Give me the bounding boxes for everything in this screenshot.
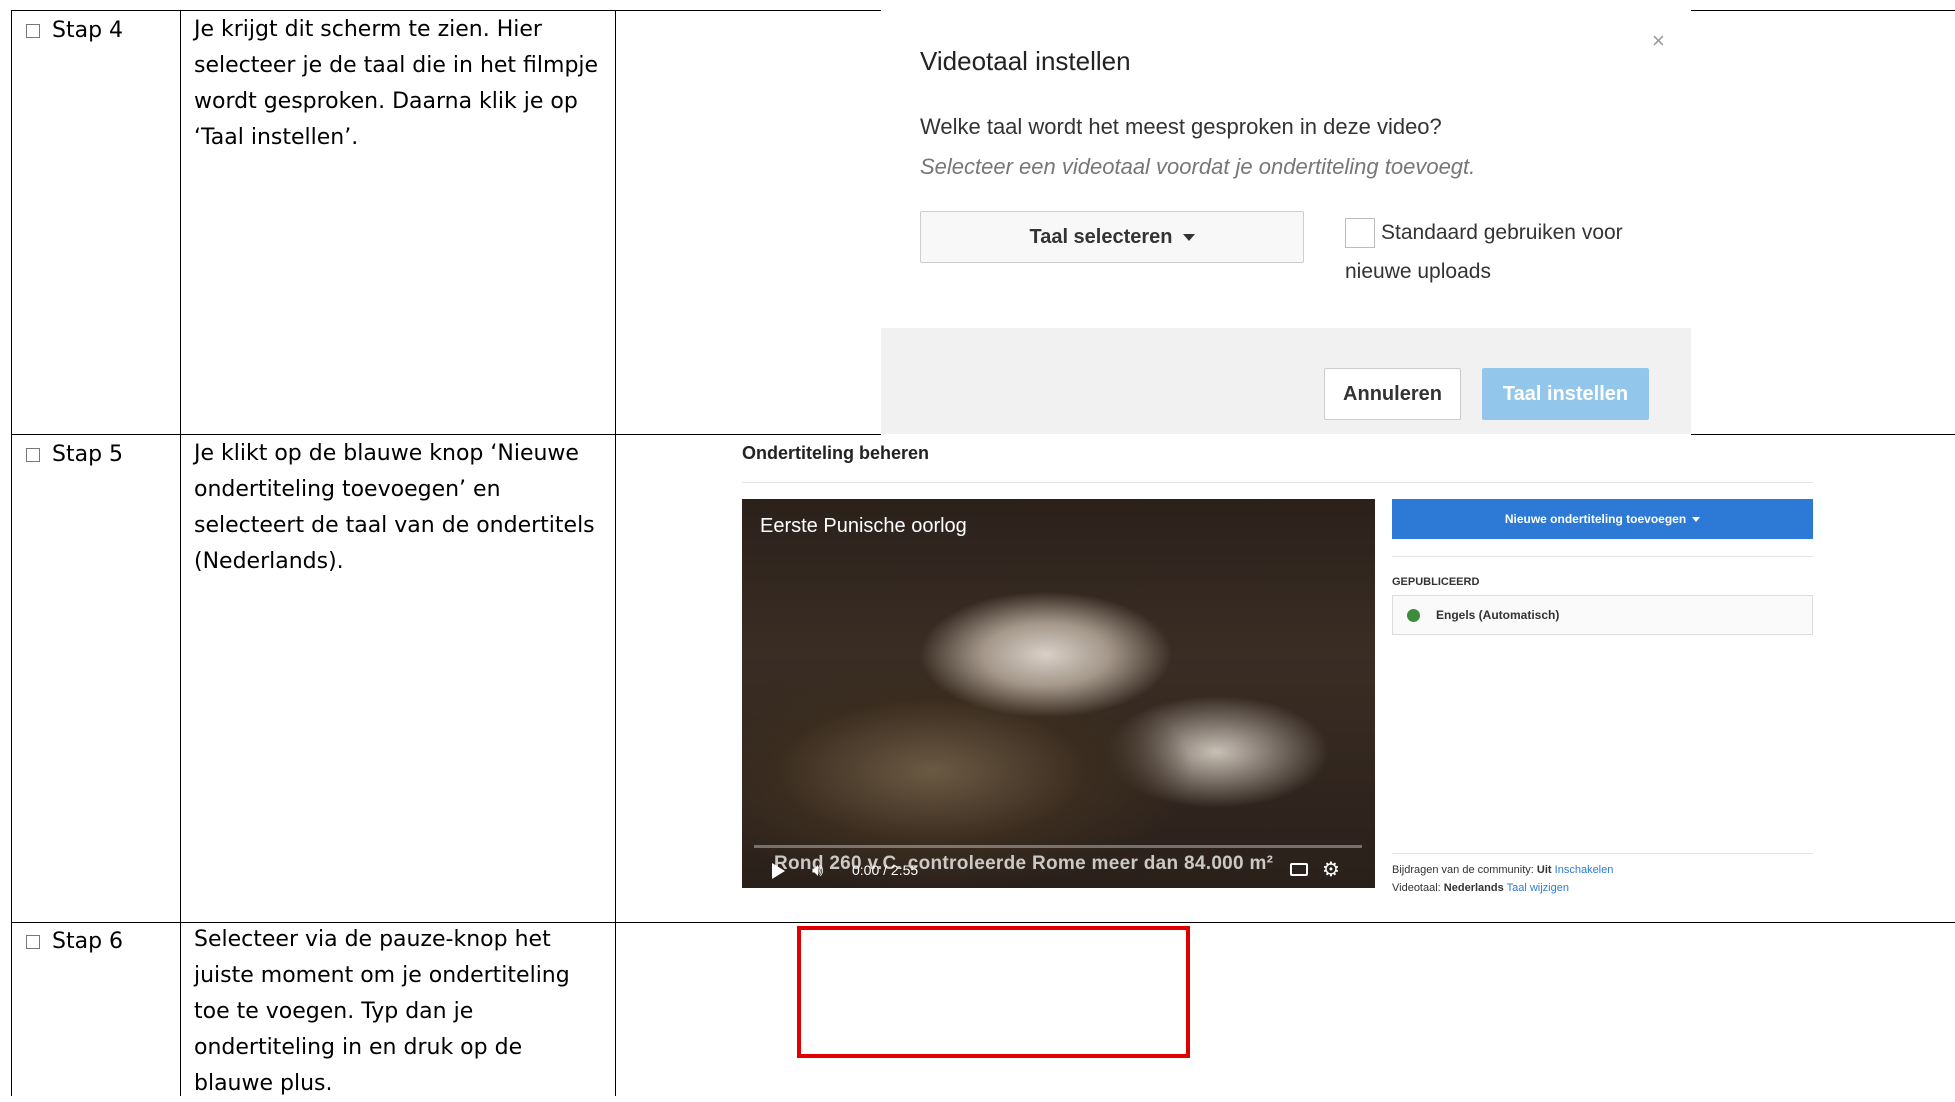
community-label: Bijdragen van de community: bbox=[1392, 864, 1534, 876]
change-language-link[interactable]: Taal wijzigen bbox=[1507, 882, 1569, 894]
subtitle-track-item[interactable]: Engels (Automatisch) bbox=[1392, 595, 1813, 635]
dialog-body: Videotaal instellen × Welke taal wordt h… bbox=[881, 10, 1691, 328]
default-checkbox-label-2: nieuwe uploads bbox=[1345, 260, 1491, 283]
row-divider-1-right bbox=[1691, 434, 1955, 435]
step-label: Stap 4 bbox=[52, 18, 124, 43]
dialog-title: Videotaal instellen bbox=[920, 46, 1131, 76]
dialog-hint: Selecteer een videotaal voordat je onder… bbox=[920, 154, 1476, 179]
videolang-setting: Videotaal: Nederlands Taal wijzigen bbox=[1392, 882, 1569, 894]
divider bbox=[742, 482, 1813, 483]
dialog-footer: Annuleren Taal instellen bbox=[881, 328, 1691, 434]
step-5-instruction: Je klikt op de blauwe knop ‘Nieuwe onder… bbox=[194, 441, 595, 574]
video-progress-bar[interactable] bbox=[754, 845, 1362, 848]
step-label: Stap 5 bbox=[52, 442, 124, 467]
community-setting: Bijdragen van de community: Uit Inschake… bbox=[1392, 864, 1613, 876]
play-icon[interactable] bbox=[772, 863, 785, 879]
status-dot-icon bbox=[1407, 609, 1420, 622]
step-5-label-cell: Stap 5 bbox=[26, 442, 123, 467]
videolang-dialog: Videotaal instellen × Welke taal wordt h… bbox=[881, 10, 1691, 434]
captions-icon[interactable] bbox=[1290, 863, 1308, 876]
language-select-label: Taal selecteren bbox=[1029, 225, 1173, 248]
close-icon[interactable]: × bbox=[1652, 28, 1665, 54]
caret-down-icon bbox=[1182, 233, 1195, 241]
step-checkbox[interactable] bbox=[26, 934, 40, 949]
caret-down-icon bbox=[1692, 516, 1701, 522]
video-controls: Rond 260 v.C. controleerde Rome meer dan… bbox=[742, 851, 1375, 888]
col-border-left bbox=[11, 10, 12, 1096]
divider bbox=[1392, 556, 1813, 557]
set-language-button[interactable]: Taal instellen bbox=[1482, 368, 1649, 420]
add-subtitles-label: Nieuwe ondertiteling toevoegen bbox=[1504, 512, 1687, 526]
default-checkbox-label-1: Standaard gebruiken voor bbox=[1381, 221, 1623, 244]
volume-icon[interactable]: 🔊︎ bbox=[812, 860, 823, 881]
video-caption: Rond 260 v.C. controleerde Rome meer dan… bbox=[774, 853, 1274, 874]
col-divider-1 bbox=[180, 10, 181, 1096]
step-checkbox[interactable] bbox=[26, 447, 40, 462]
dialog-question: Welke taal wordt het meest gesproken in … bbox=[920, 114, 1442, 139]
default-checkbox[interactable] bbox=[1345, 218, 1375, 248]
divider bbox=[1392, 853, 1813, 854]
row-divider-1 bbox=[11, 434, 881, 435]
videolang-value: Nederlands bbox=[1443, 882, 1504, 894]
col-divider-2 bbox=[615, 10, 616, 1096]
language-select[interactable]: Taal selecteren bbox=[920, 211, 1304, 263]
cancel-button[interactable]: Annuleren bbox=[1324, 368, 1461, 420]
add-subtitles-button[interactable]: Nieuwe ondertiteling toevoegen bbox=[1392, 499, 1813, 539]
table-border-top-right bbox=[1691, 10, 1955, 11]
table-border-top bbox=[11, 10, 881, 11]
gear-icon[interactable]: ⚙ bbox=[1322, 857, 1340, 882]
step-label: Stap 6 bbox=[52, 929, 124, 954]
subtitle-track-label: Engels (Automatisch) bbox=[1436, 608, 1560, 622]
step-4-label-cell: Stap 4 bbox=[26, 18, 123, 43]
video-time: 0:00 / 2:55 bbox=[852, 862, 919, 878]
video-player[interactable]: Eerste Punische oorlog Rond 260 v.C. con… bbox=[742, 499, 1375, 888]
step-6-label-cell: Stap 6 bbox=[26, 929, 123, 954]
community-enable-link[interactable]: Inschakelen bbox=[1555, 864, 1614, 876]
subtitles-panel-title: Ondertiteling beheren bbox=[742, 443, 930, 463]
highlight-box bbox=[797, 926, 1190, 1058]
video-title: Eerste Punische oorlog bbox=[760, 515, 967, 537]
step-6-instruction: Selecteer via de pauze-knop het juiste m… bbox=[194, 927, 570, 1096]
step-4-instruction: Je krijgt dit scherm te zien. Hier selec… bbox=[194, 17, 599, 150]
videolang-label: Videotaal: bbox=[1392, 882, 1441, 894]
community-value: Uit bbox=[1536, 864, 1552, 876]
step-checkbox[interactable] bbox=[26, 23, 40, 38]
published-header: GEPUBLICEERD bbox=[1392, 576, 1480, 588]
